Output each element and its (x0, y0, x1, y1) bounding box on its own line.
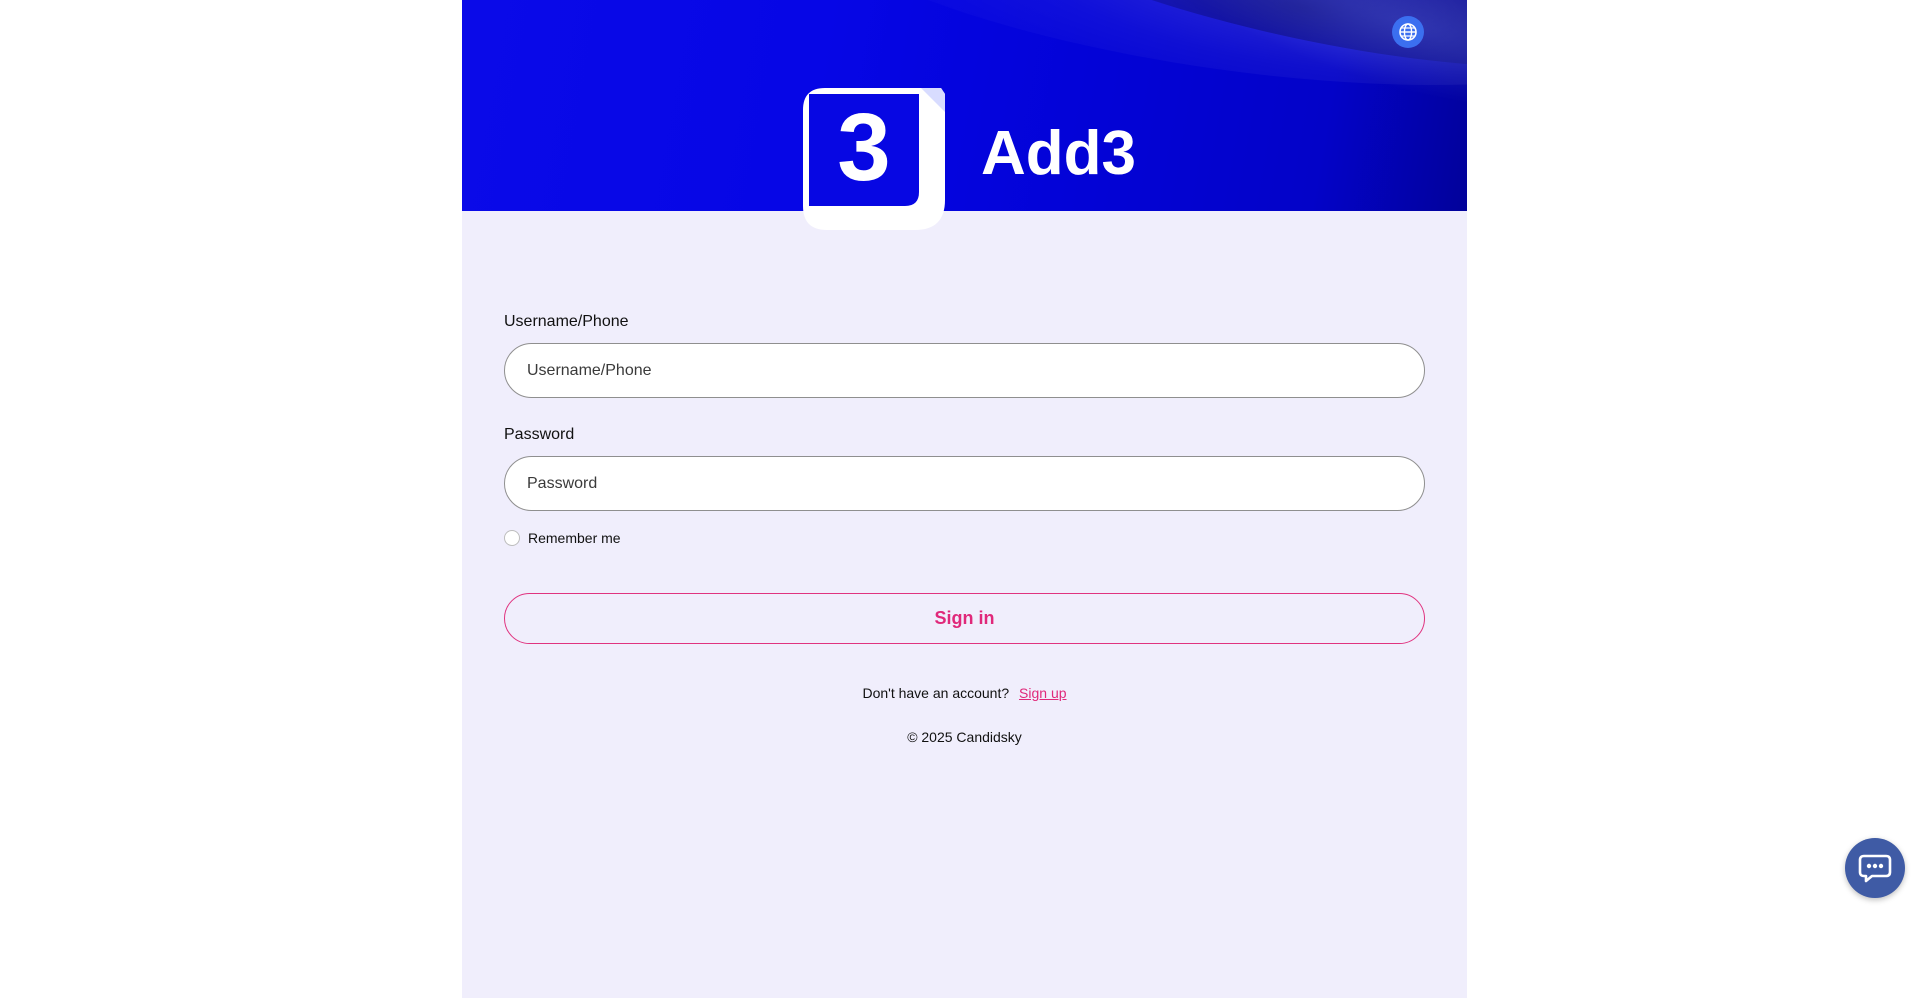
login-form: Username/Phone Password Remember me Sign… (504, 312, 1425, 746)
chat-button[interactable] (1845, 838, 1905, 898)
header-banner: Add3 (462, 0, 1467, 211)
signup-prompt: Don't have an account? Sign up (504, 684, 1425, 702)
sign-up-link[interactable]: Sign up (1019, 685, 1066, 701)
remember-me-row: Remember me (504, 528, 1425, 548)
language-button[interactable] (1392, 16, 1424, 48)
remember-me-label[interactable]: Remember me (528, 530, 621, 546)
globe-icon (1399, 23, 1417, 41)
password-input[interactable] (504, 456, 1425, 511)
brand-logo-icon: 3 (803, 88, 945, 230)
sign-in-button[interactable]: Sign in (504, 593, 1425, 644)
no-account-text: Don't have an account? (862, 685, 1010, 701)
copyright-text: © 2025 Candidsky (907, 729, 1022, 745)
svg-text:3: 3 (837, 94, 890, 201)
chat-bubble-icon (1858, 854, 1892, 883)
username-input[interactable] (504, 343, 1425, 398)
remember-me-radio[interactable] (504, 530, 520, 546)
brand-name: Add3 (981, 119, 1136, 188)
username-label: Username/Phone (504, 313, 629, 330)
password-label: Password (504, 426, 575, 443)
login-page: Add3 3 Username/Phone Password Remember … (462, 0, 1467, 998)
